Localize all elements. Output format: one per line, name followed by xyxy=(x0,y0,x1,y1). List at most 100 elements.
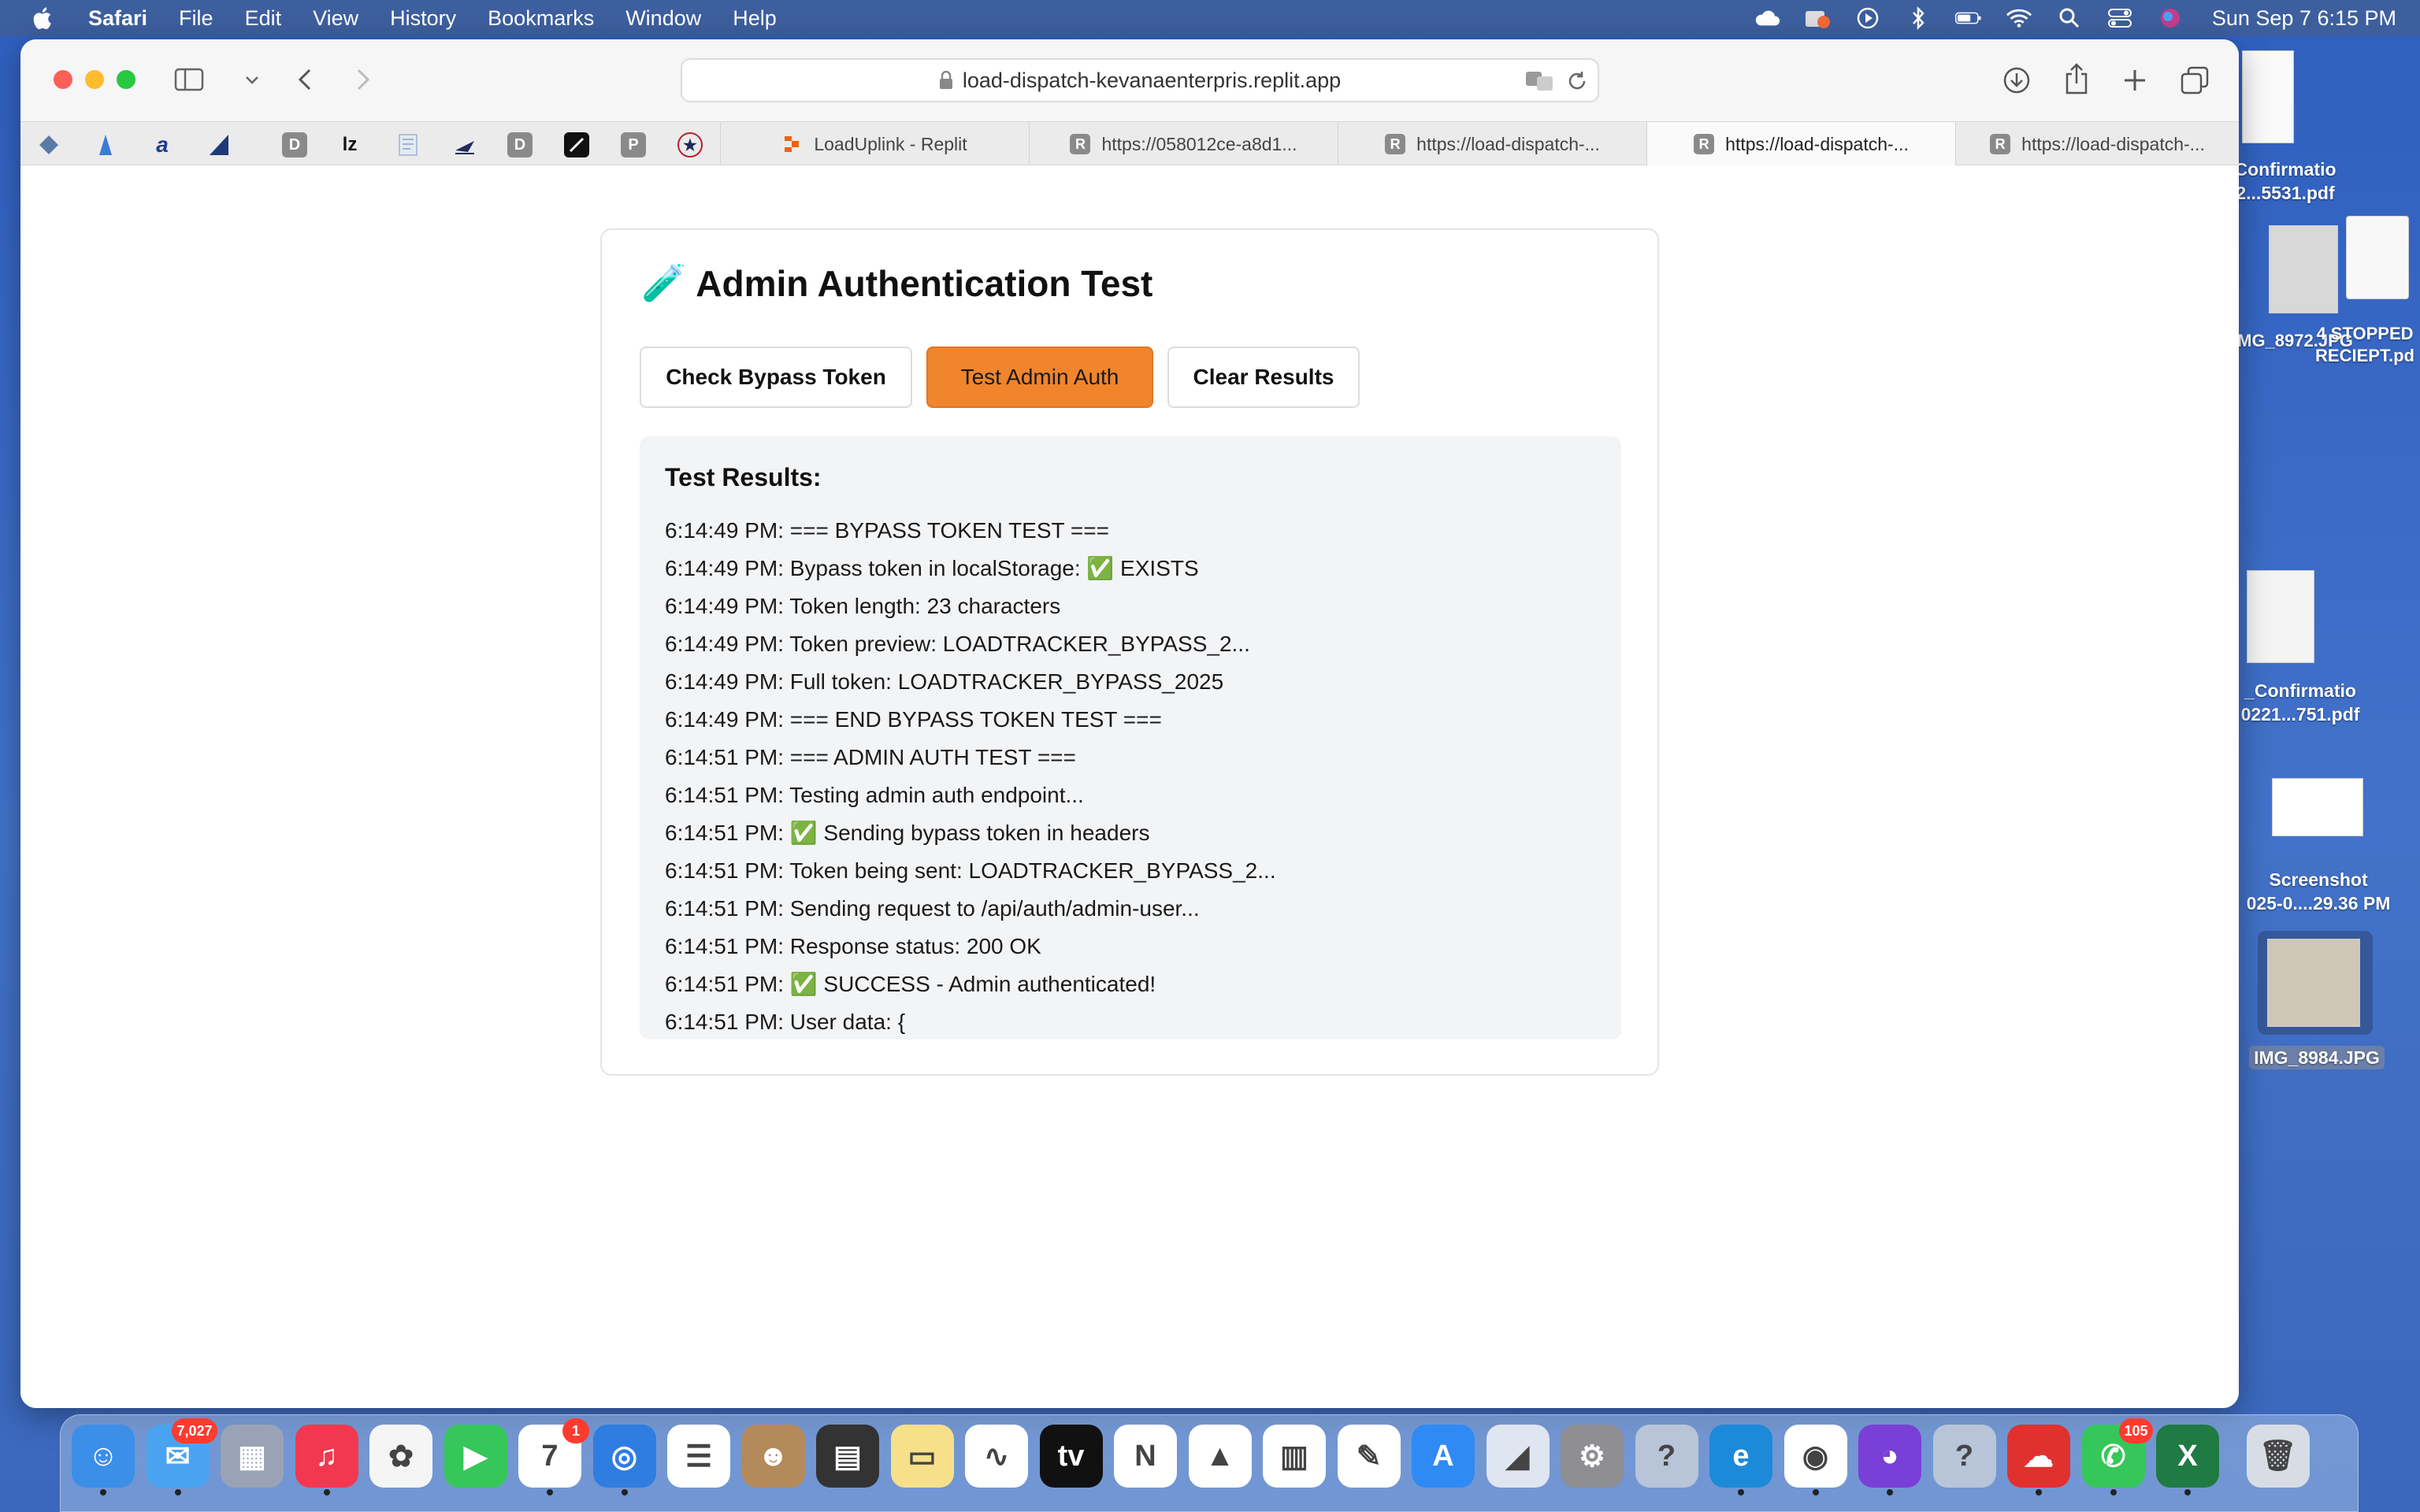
spotlight-search-icon[interactable] xyxy=(2056,6,2083,30)
tab-loaduplink-replit[interactable]: LoadUplink - Replit xyxy=(720,122,1029,166)
calendar-icon[interactable]: 71 xyxy=(518,1418,589,1495)
tab-load-dispatch-1[interactable]: R https://load-dispatch-... xyxy=(1338,122,1646,166)
desktop-file-thumbnail[interactable] xyxy=(2267,939,2360,1027)
minimize-window-button[interactable] xyxy=(85,70,104,89)
photos-icon[interactable]: ✿ xyxy=(369,1425,432,1488)
tab-bar: a D lz D P ★ LoadUplink - Replit R https… xyxy=(20,121,2239,166)
freeform-icon[interactable]: ∿ xyxy=(965,1425,1028,1488)
news-icon[interactable]: N xyxy=(1114,1425,1177,1488)
desktop-file-confirmation-2[interactable]: _Confirmatio 0221...751.pdf xyxy=(2231,679,2370,726)
menu-history[interactable]: History xyxy=(390,6,456,31)
tab-load-dispatch-active[interactable]: R https://load-dispatch-... xyxy=(1646,122,1955,166)
desktop-file-thumbnail[interactable] xyxy=(2269,225,2338,313)
favorite-a-icon[interactable]: a xyxy=(150,132,175,158)
xcode-like-icon[interactable]: ◢ xyxy=(1486,1425,1550,1488)
new-tab-icon[interactable] xyxy=(2119,65,2151,96)
music-icon[interactable]: ♫ xyxy=(295,1425,358,1495)
desktop-file-thumbnail[interactable] xyxy=(2247,570,2314,663)
chrome-icon[interactable]: ◉ xyxy=(1783,1425,1847,1495)
desktop-file-confirmation-1[interactable]: Confirmatio 2...5531.pdf xyxy=(2229,158,2341,205)
control-center-icon[interactable] xyxy=(2106,6,2133,30)
mail-icon[interactable]: ✉ 7,027 xyxy=(146,1418,217,1495)
unknown-icon[interactable]: ? xyxy=(1635,1425,1698,1488)
screenshot-thumbnail[interactable] xyxy=(2272,778,2363,836)
menubar-clock[interactable]: Sun Sep 7 6:15 PM xyxy=(2212,6,2396,31)
menu-edit[interactable]: Edit xyxy=(245,6,282,31)
launchpad-icon[interactable]: ▦ xyxy=(221,1425,284,1488)
favorite-doc-icon[interactable] xyxy=(395,132,421,158)
url-text: load-dispatch-kevanaenterpris.replit.app xyxy=(962,68,1342,92)
test-results-panel[interactable]: Test Results: 6:14:49 PM: === BYPASS TOK… xyxy=(640,436,1621,1040)
favorite-d-icon[interactable]: D xyxy=(507,132,533,158)
share-icon[interactable] xyxy=(2061,61,2092,96)
test-admin-auth-button[interactable]: Test Admin Auth xyxy=(926,346,1153,408)
finder-icon[interactable]: ☺ xyxy=(72,1425,135,1495)
menu-app-name[interactable]: Safari xyxy=(88,6,147,31)
menu-view[interactable]: View xyxy=(313,6,358,31)
siri-icon[interactable] xyxy=(2157,6,2184,30)
notes-icon[interactable]: ▭ xyxy=(890,1425,954,1488)
menu-help[interactable]: Help xyxy=(733,6,777,31)
bluetooth-icon[interactable] xyxy=(1905,6,1932,30)
check-bypass-token-button[interactable]: Check Bypass Token xyxy=(640,346,912,408)
apple-icon[interactable] xyxy=(30,5,57,32)
icloud-icon[interactable] xyxy=(1754,6,1780,30)
log-line: 6:14:51 PM: Token being sent: LOADTRACKE… xyxy=(665,858,1276,883)
favorite-star-icon[interactable]: ★ xyxy=(677,132,703,158)
downloads-icon[interactable] xyxy=(2001,65,2032,96)
reminders-icon[interactable]: ☰ xyxy=(667,1425,730,1488)
toolbox-icon[interactable] xyxy=(1804,6,1831,30)
log-line: 6:14:51 PM: Response status: 200 OK xyxy=(665,934,1041,958)
play-circle-icon[interactable] xyxy=(1854,6,1881,30)
keynote-icon[interactable]: ▲ xyxy=(1188,1425,1252,1488)
settings-icon[interactable]: ⚙ xyxy=(1561,1425,1624,1488)
back-button[interactable] xyxy=(291,66,318,93)
calculator-icon[interactable]: ▤ xyxy=(816,1425,879,1488)
favorite-d-icon[interactable]: D xyxy=(282,132,307,158)
reload-icon[interactable] xyxy=(1566,70,1588,92)
favorite-p-icon[interactable]: P xyxy=(621,132,646,158)
creative-cloud-icon[interactable]: ☁ xyxy=(2007,1425,2070,1495)
trash-icon[interactable]: 🗑 xyxy=(2246,1425,2310,1488)
address-bar[interactable]: load-dispatch-kevanaenterpris.replit.app xyxy=(681,58,1599,102)
contacts-icon[interactable]: ☻ xyxy=(741,1425,805,1488)
favorite-diamond-icon[interactable] xyxy=(36,132,61,158)
favorite-rocket-icon[interactable] xyxy=(93,132,118,158)
tv-icon[interactable]: tv xyxy=(1039,1425,1103,1488)
favorite-plane-icon[interactable] xyxy=(452,132,477,158)
unknown-icon[interactable]: ? xyxy=(1932,1425,1996,1488)
desktop-file-img-8984[interactable]: IMG_8984.JPG xyxy=(2242,1046,2392,1069)
favorite-pen-icon[interactable] xyxy=(564,132,589,158)
translate-icon[interactable] xyxy=(1525,70,1553,92)
forward-button[interactable] xyxy=(350,66,377,93)
facetime-icon[interactable]: ▶ xyxy=(444,1425,507,1488)
numbers-icon[interactable]: ▥ xyxy=(1263,1425,1326,1488)
menu-window[interactable]: Window xyxy=(625,6,701,31)
desktop-file-label: Confirmatio xyxy=(2234,159,2336,180)
menu-bookmarks[interactable]: Bookmarks xyxy=(488,6,594,31)
close-window-button[interactable] xyxy=(54,70,72,89)
pdf-file-icon[interactable] xyxy=(2346,216,2409,299)
menu-file[interactable]: File xyxy=(179,6,213,31)
appstore-icon[interactable]: A xyxy=(1412,1425,1475,1488)
zoom-window-button[interactable] xyxy=(117,70,135,89)
tab-load-dispatch-3[interactable]: R https://load-dispatch-... xyxy=(1955,122,2239,166)
favorite-lz-icon[interactable]: lz xyxy=(337,132,362,158)
desktop-file-screenshot[interactable]: Screenshot 025-0....29.36 PM xyxy=(2236,868,2401,915)
pages-icon[interactable]: ✎ xyxy=(1337,1425,1401,1488)
excel-icon[interactable]: X xyxy=(2156,1425,2219,1495)
edge-icon[interactable]: e xyxy=(1709,1425,1772,1495)
desktop-file-stopped-receipt[interactable]: 4 STOPPED RECIEPT.pd xyxy=(2310,323,2420,367)
battery-icon[interactable] xyxy=(1954,6,1982,30)
messages-icon[interactable]: ✆ 105 xyxy=(2081,1418,2153,1495)
sidebar-toggle-icon[interactable] xyxy=(173,66,205,93)
chevron-down-icon[interactable] xyxy=(243,71,262,90)
tab-overview-icon[interactable] xyxy=(2179,65,2210,96)
tab-058012ce[interactable]: R https://058012ce-a8d1... xyxy=(1029,122,1338,166)
clear-results-button[interactable]: Clear Results xyxy=(1167,346,1360,408)
favorite-flag-icon[interactable] xyxy=(206,132,232,158)
safari-icon[interactable]: ◎ xyxy=(592,1425,656,1495)
firefox-icon[interactable]: ◕ xyxy=(1858,1425,1921,1495)
wifi-icon[interactable] xyxy=(2006,6,2032,30)
desktop-file-thumbnail[interactable] xyxy=(2242,50,2294,143)
